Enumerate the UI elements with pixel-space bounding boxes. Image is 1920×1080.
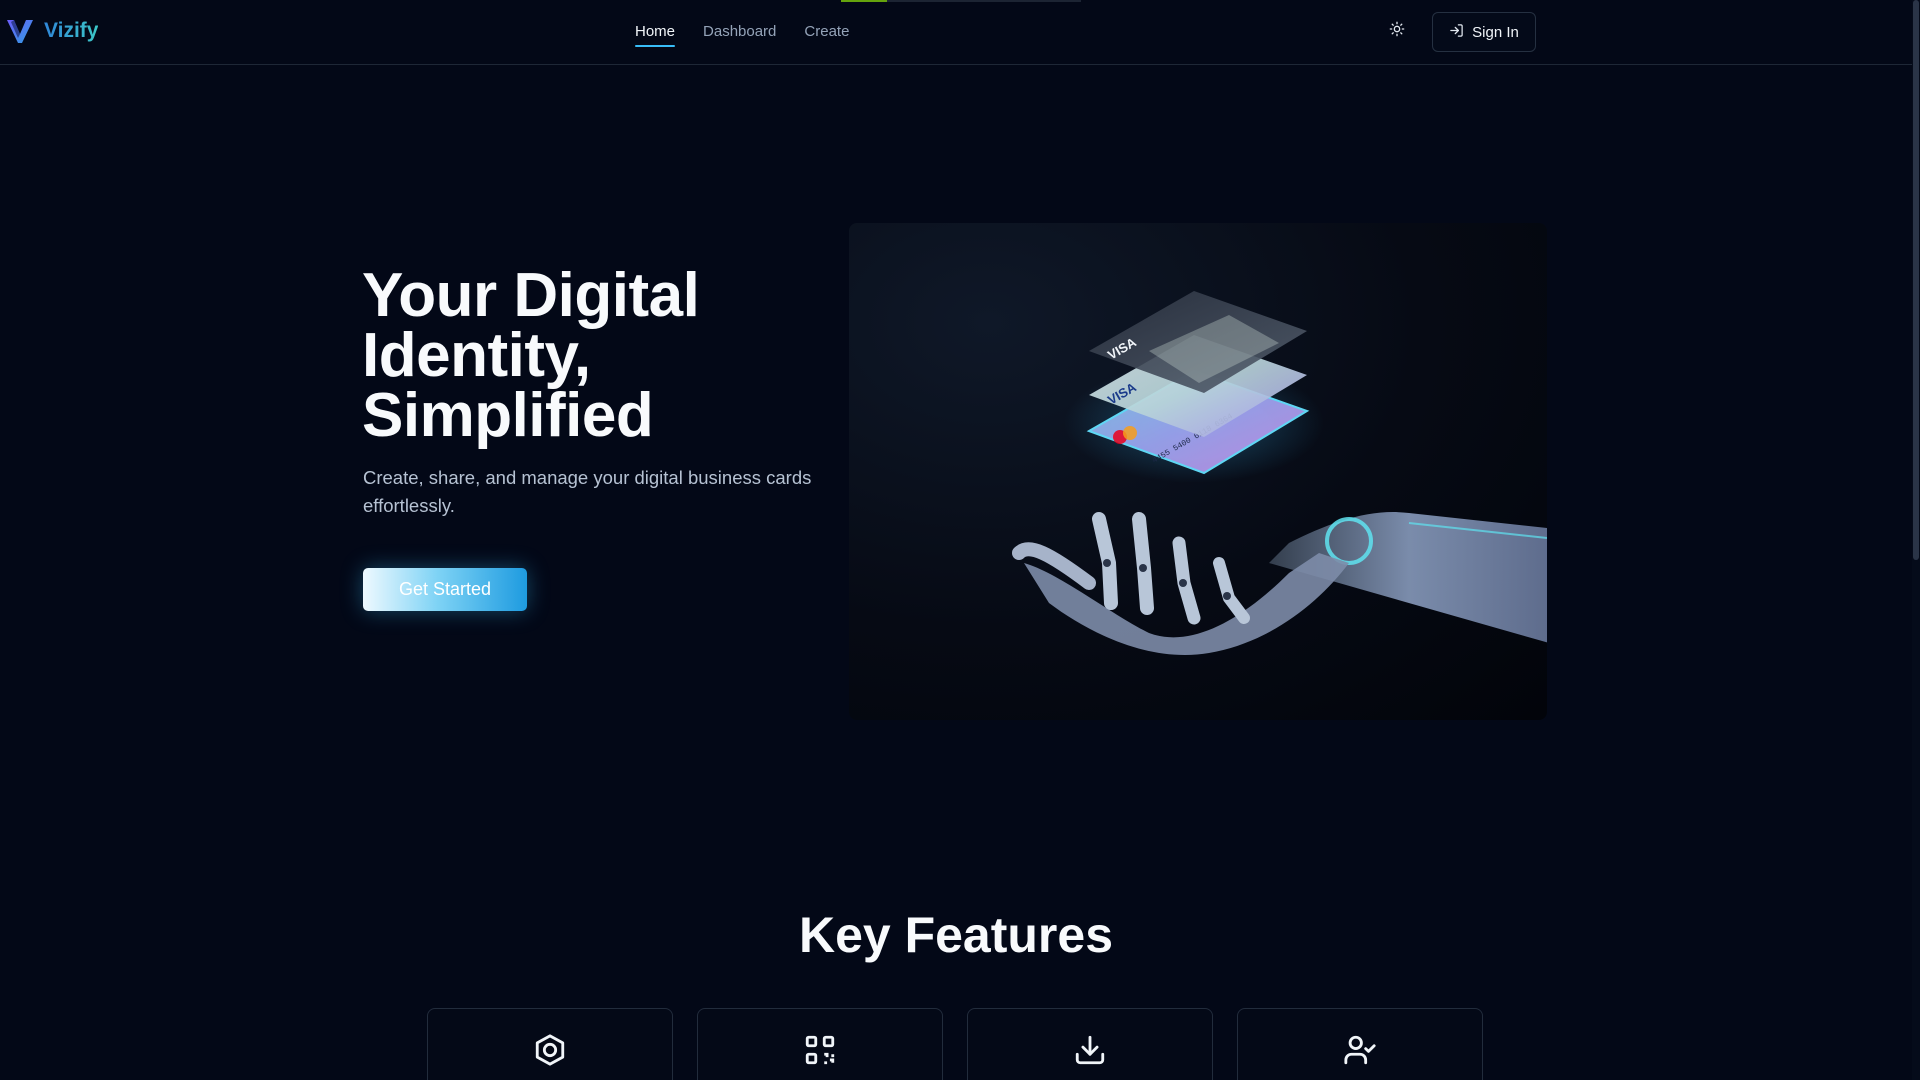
sign-in-button[interactable]: Sign In bbox=[1432, 12, 1536, 52]
hero-image: 4455 5400 6118 6364 VISA VISA bbox=[849, 223, 1547, 720]
hero-title: Your Digital Identity, Simplified bbox=[362, 265, 842, 447]
hexagon-icon bbox=[533, 1033, 567, 1080]
site-header: Vizify Home Dashboard Create Sign In bbox=[0, 0, 1912, 65]
hero-title-line: Your Digital bbox=[362, 261, 700, 330]
features-title: Key Features bbox=[798, 907, 1114, 963]
sun-icon bbox=[1389, 21, 1405, 42]
feature-card bbox=[967, 1008, 1213, 1080]
qr-code-icon bbox=[803, 1033, 837, 1080]
feature-card bbox=[427, 1008, 673, 1080]
brand-name: Vizify bbox=[44, 19, 99, 42]
robot-hand bbox=[1012, 512, 1547, 655]
feature-card bbox=[1237, 1008, 1483, 1080]
download-icon bbox=[1073, 1033, 1107, 1080]
user-check-icon bbox=[1342, 1033, 1378, 1080]
brand[interactable]: Vizify bbox=[6, 18, 98, 44]
v-logo-icon bbox=[6, 18, 34, 44]
nav-create[interactable]: Create bbox=[804, 23, 849, 44]
main-nav: Home Dashboard Create bbox=[635, 23, 849, 47]
hero-title-line: Identity, bbox=[362, 321, 591, 390]
scrollbar[interactable] bbox=[1912, 0, 1920, 1080]
hero-title-line: Simplified bbox=[362, 381, 654, 450]
hero-subtitle: Create, share, and manage your digital b… bbox=[363, 467, 812, 516]
theme-toggle-button[interactable] bbox=[1384, 18, 1410, 44]
get-started-button[interactable]: Get Started bbox=[363, 568, 527, 611]
scrollbar-thumb[interactable] bbox=[1913, 0, 1919, 560]
log-in-icon bbox=[1449, 23, 1464, 42]
feature-card bbox=[697, 1008, 943, 1080]
nav-home[interactable]: Home bbox=[635, 23, 676, 47]
page: Vizify Home Dashboard Create Sign In You… bbox=[0, 0, 1920, 1080]
nav-dashboard[interactable]: Dashboard bbox=[703, 23, 776, 44]
sign-in-label: Sign In bbox=[1472, 23, 1519, 41]
